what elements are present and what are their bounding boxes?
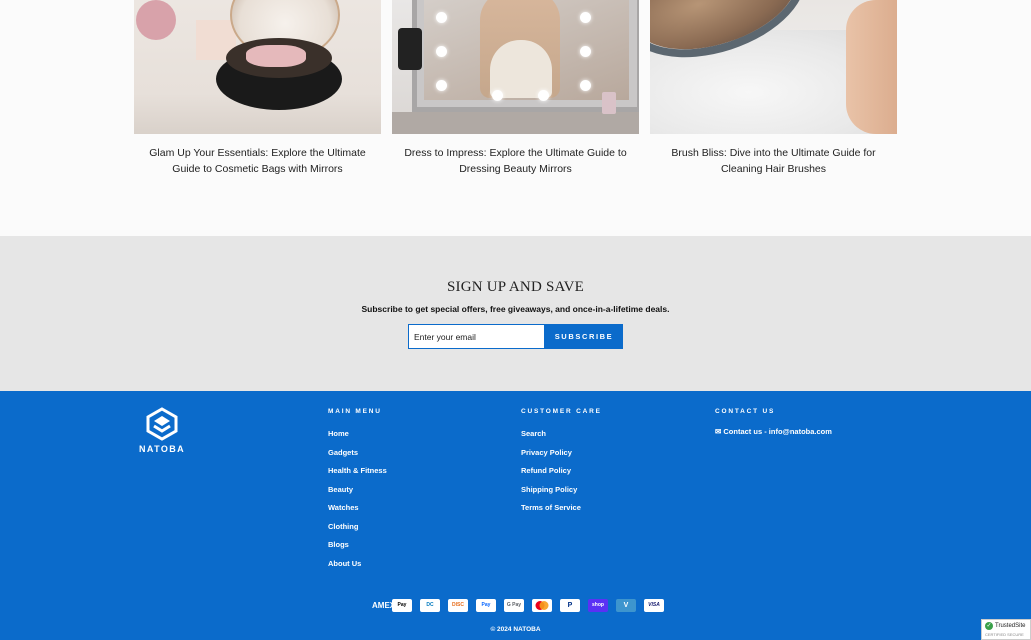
footer-link-refund-policy[interactable]: Refund Policy bbox=[521, 466, 602, 485]
copyright: © 2024 NATOBA bbox=[490, 626, 541, 633]
article-title[interactable]: Dress to Impress: Explore the Ultimate G… bbox=[392, 145, 639, 177]
customer-care-heading: CUSTOMER CARE bbox=[521, 408, 602, 415]
footer-link-clothing[interactable]: Clothing bbox=[328, 522, 387, 541]
signup-subtitle: Subscribe to get special offers, free gi… bbox=[361, 304, 670, 314]
article-title[interactable]: Brush Bliss: Dive into the Ultimate Guid… bbox=[650, 145, 897, 177]
brand-name: NATOBA bbox=[138, 444, 186, 454]
contact-section: CONTACT US ✉ Contact us - info@natoba.co… bbox=[715, 408, 832, 446]
paypal-icon: P bbox=[560, 599, 580, 612]
discover-icon: DISC bbox=[448, 599, 468, 612]
article-card[interactable]: Glam Up Your Essentials: Explore the Ult… bbox=[134, 0, 381, 177]
footer-link-terms-of-service[interactable]: Terms of Service bbox=[521, 503, 602, 522]
subscribe-button[interactable]: SUBSCRIBE bbox=[545, 324, 623, 349]
article-title[interactable]: Glam Up Your Essentials: Explore the Ult… bbox=[134, 145, 381, 177]
venmo-icon: V bbox=[616, 599, 636, 612]
trustedsite-label: TrustedSite bbox=[995, 623, 1026, 629]
main-menu: MAIN MENU Home Gadgets Health & Fitness … bbox=[328, 408, 387, 577]
article-image[interactable] bbox=[134, 0, 381, 134]
signup-heading: SIGN UP AND SAVE bbox=[447, 279, 584, 295]
footer-link-privacy-policy[interactable]: Privacy Policy bbox=[521, 448, 602, 467]
apple-pay-icon: Pay bbox=[392, 599, 412, 612]
mastercard-icon bbox=[532, 599, 552, 612]
footer-link-shipping-policy[interactable]: Shipping Policy bbox=[521, 485, 602, 504]
check-icon: ✓ bbox=[985, 622, 993, 630]
contact-heading: CONTACT US bbox=[715, 408, 776, 415]
footer-link-search[interactable]: Search bbox=[521, 429, 602, 448]
footer-link-blogs[interactable]: Blogs bbox=[328, 540, 387, 559]
article-card[interactable]: Dress to Impress: Explore the Ultimate G… bbox=[392, 0, 639, 177]
visa-icon: VISA bbox=[644, 599, 664, 612]
footer-link-home[interactable]: Home bbox=[328, 429, 387, 448]
amex-icon: AMEX bbox=[372, 601, 392, 610]
email-input[interactable] bbox=[408, 324, 545, 349]
article-image[interactable] bbox=[392, 0, 639, 134]
contact-email-link[interactable]: ✉ Contact us - info@natoba.com bbox=[715, 427, 832, 446]
footer-link-beauty[interactable]: Beauty bbox=[328, 485, 387, 504]
natoba-logo-icon bbox=[146, 407, 178, 441]
meta-pay-icon: Pay bbox=[476, 599, 496, 612]
diners-club-icon: DC bbox=[420, 599, 440, 612]
google-pay-icon: G Pay bbox=[504, 599, 524, 612]
article-image[interactable] bbox=[650, 0, 897, 134]
main-menu-heading: MAIN MENU bbox=[328, 408, 382, 415]
trustedsite-badge[interactable]: ✓ TrustedSite CERTIFIED SECURE bbox=[981, 619, 1031, 640]
blog-articles-section: Glam Up Your Essentials: Explore the Ult… bbox=[0, 0, 1031, 236]
footer-link-health-fitness[interactable]: Health & Fitness bbox=[328, 466, 387, 485]
trustedsite-sub: CERTIFIED SECURE bbox=[985, 632, 1024, 637]
site-footer: NATOBA MAIN MENU Home Gadgets Health & F… bbox=[0, 391, 1031, 640]
footer-link-gadgets[interactable]: Gadgets bbox=[328, 448, 387, 467]
shop-pay-icon: shop bbox=[588, 599, 608, 612]
footer-link-watches[interactable]: Watches bbox=[328, 503, 387, 522]
footer-link-about-us[interactable]: About Us bbox=[328, 559, 387, 578]
newsletter-signup: SIGN UP AND SAVE Subscribe to get specia… bbox=[0, 236, 1031, 391]
article-card[interactable]: Brush Bliss: Dive into the Ultimate Guid… bbox=[650, 0, 897, 177]
customer-care-menu: CUSTOMER CARE Search Privacy Policy Refu… bbox=[521, 408, 602, 522]
brand-logo[interactable]: NATOBA bbox=[137, 407, 187, 454]
